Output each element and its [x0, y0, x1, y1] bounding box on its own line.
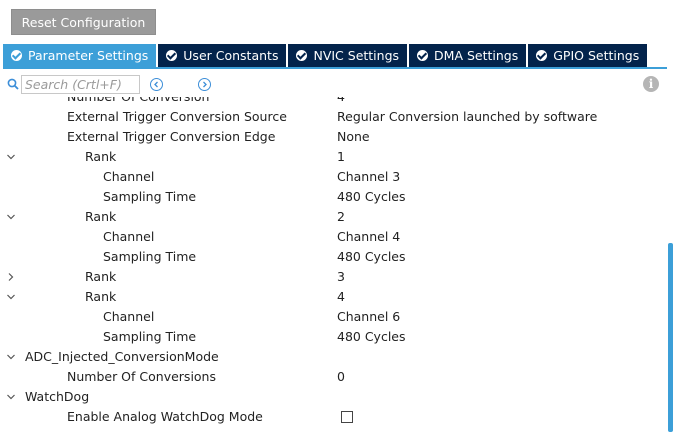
tree-row[interactable]: ADC_Injected_ConversionMode	[0, 347, 664, 367]
tree-row-label: Channel	[103, 169, 155, 184]
tree-row[interactable]: Channel Channel 4	[0, 227, 664, 247]
chevron-down-icon[interactable]	[6, 347, 18, 367]
tree-row[interactable]: Rank 1	[0, 147, 664, 167]
chevron-right-icon[interactable]	[198, 78, 211, 91]
tree-row[interactable]: Sampling Time 480 Cycles	[0, 187, 664, 207]
tab-label: NVIC Settings	[313, 48, 400, 63]
chevron-right-icon[interactable]	[6, 267, 18, 287]
tree-row-label: Channel	[103, 229, 155, 244]
chevron-down-icon[interactable]	[6, 287, 18, 307]
tree-row-value[interactable]: 4	[337, 287, 345, 307]
tab-dma-settings[interactable]: DMA Settings	[409, 44, 527, 67]
tree-row-label: Rank	[85, 149, 117, 164]
tree-row[interactable]: Channel Channel 6	[0, 307, 664, 327]
tab-label: Parameter Settings	[28, 48, 149, 63]
tree-row[interactable]: Rank 4	[0, 287, 664, 307]
tree-row-value[interactable]: 2	[337, 207, 345, 227]
tree-row-label: Number Of Conversion	[67, 97, 209, 107]
tree-row-label: Rank	[85, 289, 117, 304]
tree-row[interactable]: WatchDog	[0, 387, 664, 407]
tree-row-label: Rank	[85, 209, 117, 224]
tree-row-value[interactable]: 0	[337, 367, 345, 387]
tree-row-label: Sampling Time	[103, 249, 197, 264]
tree-row[interactable]: Number Of Conversion 4	[0, 97, 664, 107]
chevron-down-icon[interactable]	[6, 387, 18, 407]
chevron-down-icon[interactable]	[6, 147, 18, 167]
tab-bar: Parameter Settings User Constants NVIC S…	[3, 44, 649, 67]
tree-row[interactable]: Rank 2	[0, 207, 664, 227]
tree-row[interactable]: Channel Channel 3	[0, 167, 664, 187]
check-circle-icon	[166, 50, 178, 61]
tree-row-label: Enable Analog WatchDog Mode	[67, 409, 263, 424]
tree-row-label: External Trigger Conversion Source	[67, 109, 287, 124]
tree-row-label: Number Of Conversions	[67, 369, 216, 384]
tree-row-value[interactable]: 4	[337, 97, 345, 107]
search-input[interactable]	[21, 75, 140, 94]
tree-row-label: Channel	[103, 309, 155, 324]
tab-gpio-settings[interactable]: GPIO Settings	[528, 44, 648, 67]
tab-label: GPIO Settings	[553, 48, 640, 63]
tree-row[interactable]: Enable Analog WatchDog Mode	[0, 407, 664, 427]
info-icon[interactable]: i	[643, 76, 659, 92]
tree-row-value[interactable]: Channel 6	[337, 307, 400, 327]
check-circle-icon	[536, 50, 548, 61]
parameter-tree-rows: Number Of Conversion4External Trigger Co…	[0, 97, 664, 427]
tab-user-constants[interactable]: User Constants	[158, 44, 287, 67]
tree-row[interactable]: Sampling Time 480 Cycles	[0, 327, 664, 347]
tree-row-value[interactable]: Channel 4	[337, 227, 400, 247]
tree-row-label: External Trigger Conversion Edge	[67, 129, 276, 144]
search-bar: i	[0, 74, 682, 96]
tab-parameter-settings[interactable]: Parameter Settings	[3, 44, 157, 67]
tab-label: DMA Settings	[434, 48, 519, 63]
search-icon[interactable]	[7, 78, 19, 90]
tree-row-value[interactable]: 1	[337, 147, 345, 167]
tree-row-label: ADC_Injected_ConversionMode	[25, 349, 219, 364]
tree-row-label: Sampling Time	[103, 189, 197, 204]
tab-label: User Constants	[183, 48, 279, 63]
tree-row-value[interactable]: 3	[337, 267, 345, 287]
tree-row[interactable]: Rank 3	[0, 267, 664, 287]
chevron-left-icon[interactable]	[150, 78, 163, 91]
check-circle-icon	[296, 50, 308, 61]
scrollbar-thumb[interactable]	[668, 243, 673, 432]
watchdog-mode-checkbox[interactable]	[341, 411, 353, 423]
tab-underline	[3, 67, 667, 69]
tree-row-label: WatchDog	[25, 389, 90, 404]
check-circle-icon	[11, 50, 22, 61]
tree-row-value[interactable]: None	[337, 127, 370, 147]
tab-nvic-settings[interactable]: NVIC Settings	[288, 44, 408, 67]
reset-configuration-button[interactable]: Reset Configuration	[11, 9, 156, 35]
tree-row-label: Rank	[85, 269, 117, 284]
tree-row[interactable]: Number Of Conversions 0	[0, 367, 664, 387]
tree-row-value[interactable]: Regular Conversion launched by software	[337, 107, 597, 127]
tree-row-value[interactable]: 480 Cycles	[337, 187, 406, 207]
chevron-down-icon[interactable]	[6, 207, 18, 227]
tree-row[interactable]: External Trigger Conversion Source Regula…	[0, 107, 664, 127]
parameter-tree: Number Of Conversion4External Trigger Co…	[0, 97, 664, 432]
tree-row[interactable]: External Trigger Conversion Edge None	[0, 127, 664, 147]
tree-row-value[interactable]: 480 Cycles	[337, 247, 406, 267]
tree-row-value[interactable]: 480 Cycles	[337, 327, 406, 347]
check-circle-icon	[417, 50, 429, 61]
tree-row-label: Sampling Time	[103, 329, 197, 344]
tree-row-value[interactable]: Channel 3	[337, 167, 400, 187]
tree-row[interactable]: Sampling Time 480 Cycles	[0, 247, 664, 267]
